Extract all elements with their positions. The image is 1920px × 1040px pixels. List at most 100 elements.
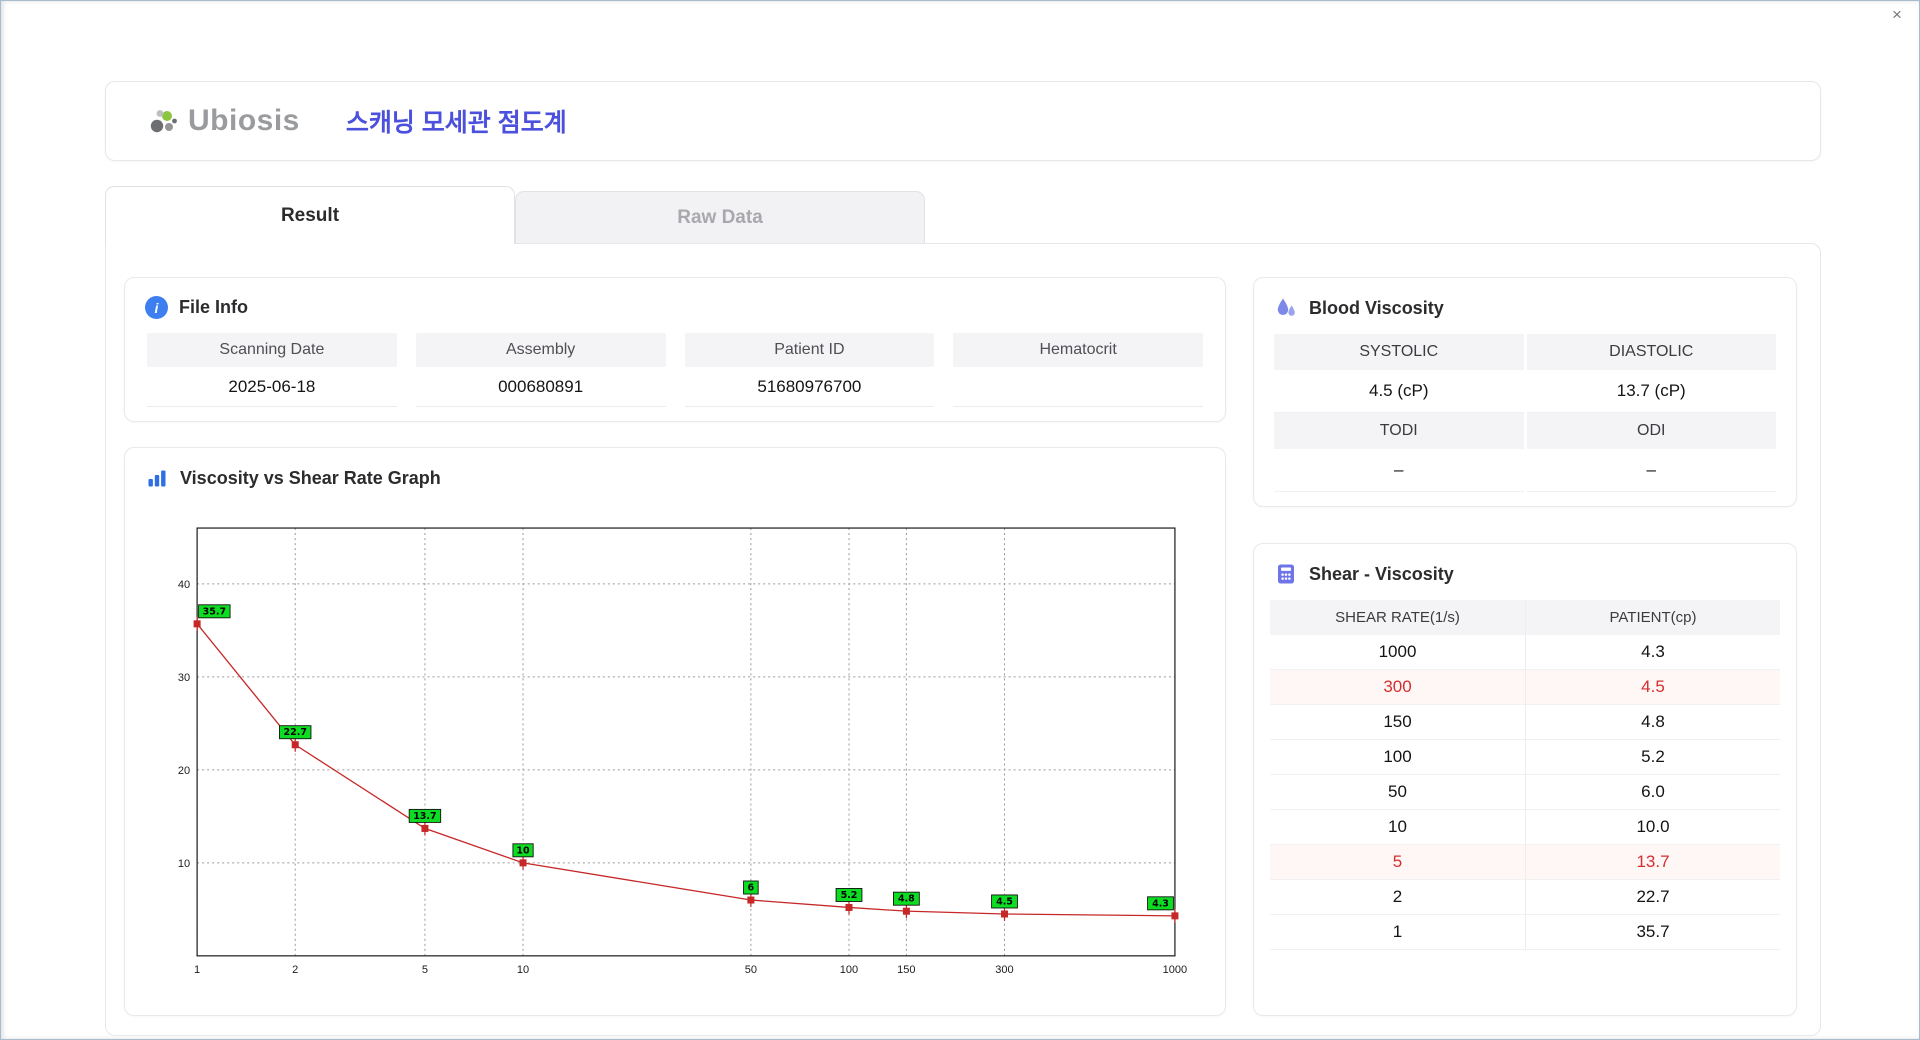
svg-text:100: 100	[840, 964, 858, 976]
svg-text:30: 30	[178, 672, 190, 684]
svg-text:4.3: 4.3	[1152, 898, 1169, 909]
file-info-title: File Info	[179, 297, 248, 317]
svg-text:50: 50	[745, 964, 757, 976]
logo: Ubiosis	[146, 103, 300, 139]
bv-value-systolic: 4.5 (cP)	[1274, 370, 1524, 413]
calculator-icon	[1278, 564, 1294, 584]
shear-viscosity-title: Shear - Viscosity	[1309, 563, 1454, 584]
shear-rate-cell: 150	[1270, 705, 1525, 740]
left-column: i File Info Scanning Date 2025-06-18 Ass…	[124, 277, 1226, 1016]
shear-table-header: SHEAR RATE(1/s) PATIENT(cp)	[1270, 600, 1780, 635]
shear-rate-cell: 5	[1270, 845, 1525, 880]
table-row: 100 5.2	[1270, 740, 1780, 775]
svg-text:5: 5	[422, 964, 428, 976]
field-value: 000680891	[415, 367, 666, 407]
svg-text:4.8: 4.8	[898, 894, 915, 905]
blood-viscosity-title: Blood Viscosity	[1309, 297, 1444, 318]
shear-rate-cell: 100	[1270, 740, 1525, 775]
tab-bar: Result Raw Data	[105, 185, 1821, 244]
bv-value-diastolic: 13.7 (cP)	[1526, 370, 1776, 413]
shear-rate-cell: 1000	[1270, 635, 1525, 670]
svg-text:20: 20	[178, 765, 190, 777]
field-label: Hematocrit	[953, 333, 1203, 367]
field-hematocrit: Hematocrit	[953, 333, 1203, 407]
blood-viscosity-panel: Blood Viscosity SYSTOLIC DIASTOLIC 4.5 (…	[1253, 277, 1797, 507]
page-title: 스캐닝 모세관 점도계	[345, 109, 567, 137]
bv-label-systolic: SYSTOLIC	[1274, 334, 1524, 370]
table-row: 150 4.8	[1270, 705, 1780, 740]
file-info-title-row: i File Info	[141, 292, 1209, 333]
patient-cell: 4.8	[1525, 705, 1780, 740]
patient-cell: 35.7	[1525, 915, 1780, 950]
shear-viscosity-title-row: Shear - Viscosity	[1270, 558, 1780, 600]
svg-text:10: 10	[516, 845, 530, 856]
column-shear-rate: SHEAR RATE(1/s)	[1270, 600, 1525, 635]
table-row: 1 35.7	[1270, 915, 1780, 950]
svg-text:6: 6	[748, 883, 755, 894]
shear-rate-cell: 300	[1270, 670, 1525, 705]
shear-rate-cell: 1	[1270, 915, 1525, 950]
bv-label-diastolic: DIASTOLIC	[1526, 334, 1776, 370]
viscosity-chart: 1 2 5 10 50 100 150 300 1000 10 20 30 40 35.7 22.7 13.7…	[141, 504, 1209, 990]
field-label: Scanning Date	[147, 333, 397, 367]
svg-text:10: 10	[517, 964, 529, 976]
svg-text:1: 1	[194, 964, 200, 976]
blood-viscosity-title-row: Blood Viscosity	[1270, 292, 1780, 334]
svg-text:13.7: 13.7	[413, 811, 436, 822]
shear-rate-cell: 50	[1270, 775, 1525, 810]
svg-text:5.2: 5.2	[841, 890, 858, 901]
bv-value-todi: –	[1274, 449, 1524, 492]
file-info-fields: Scanning Date 2025-06-18 Assembly 000680…	[141, 333, 1209, 407]
bv-label-odi: ODI	[1526, 413, 1776, 449]
graph-panel: Viscosity vs Shear Rate Graph 1 2 5 10 50 100…	[124, 447, 1226, 1016]
tab-result[interactable]: Result	[105, 186, 515, 244]
field-assembly: Assembly 000680891	[415, 333, 666, 407]
bar-chart-icon	[148, 470, 166, 487]
field-value: 51680976700	[684, 367, 935, 407]
bv-label-todi: TODI	[1274, 413, 1524, 449]
patient-cell: 6.0	[1525, 775, 1780, 810]
svg-text:4.5: 4.5	[996, 896, 1013, 907]
header: Ubiosis 스캐닝 모세관 점도계	[105, 81, 1821, 161]
graph-title: Viscosity vs Shear Rate Graph	[180, 467, 441, 488]
field-label: Assembly	[415, 333, 666, 367]
result-content: i File Info Scanning Date 2025-06-18 Ass…	[105, 243, 1821, 1036]
field-scanning-date: Scanning Date 2025-06-18	[147, 333, 397, 407]
blood-viscosity-table: SYSTOLIC DIASTOLIC 4.5 (cP) 13.7 (cP) TO…	[1270, 334, 1780, 492]
svg-text:22.7: 22.7	[284, 727, 307, 738]
tab-raw-data[interactable]: Raw Data	[515, 191, 925, 243]
logo-icon	[150, 110, 177, 133]
patient-cell: 22.7	[1525, 880, 1780, 915]
app-window: × Ubiosis 스캐닝 모세관 점도계 Result Raw Data i …	[0, 0, 1920, 1040]
patient-cell: 10.0	[1525, 810, 1780, 845]
shear-rate-cell: 10	[1270, 810, 1525, 845]
bv-value-odi: –	[1526, 449, 1776, 492]
svg-text:35.7: 35.7	[203, 606, 226, 617]
table-row: 50 6.0	[1270, 775, 1780, 810]
table-row: 1000 4.3	[1270, 635, 1780, 670]
shear-viscosity-panel: Shear - Viscosity SHEAR RATE(1/s) PATIEN…	[1253, 543, 1797, 1016]
svg-text:40: 40	[178, 579, 190, 591]
svg-text:150: 150	[897, 964, 915, 976]
patient-cell: 4.3	[1525, 635, 1780, 670]
info-icon: i	[145, 296, 168, 319]
table-row: 300 4.5	[1270, 670, 1780, 705]
svg-text:2: 2	[292, 964, 298, 976]
patient-cell: 13.7	[1525, 845, 1780, 880]
svg-text:1000: 1000	[1163, 964, 1188, 976]
shear-rate-cell: 2	[1270, 880, 1525, 915]
droplets-icon	[1277, 298, 1295, 316]
svg-text:300: 300	[995, 964, 1013, 976]
page: Ubiosis 스캐닝 모세관 점도계 Result Raw Data i Fi…	[105, 81, 1821, 1036]
titlebar: ×	[1, 1, 1919, 29]
table-row: 5 13.7	[1270, 845, 1780, 880]
close-icon[interactable]: ×	[1887, 5, 1907, 25]
right-column: Blood Viscosity SYSTOLIC DIASTOLIC 4.5 (…	[1253, 277, 1797, 1016]
field-label: Patient ID	[684, 333, 935, 367]
table-row: 10 10.0	[1270, 810, 1780, 845]
file-info-panel: i File Info Scanning Date 2025-06-18 Ass…	[124, 277, 1226, 422]
svg-text:10: 10	[178, 858, 190, 870]
field-value	[953, 367, 1203, 407]
logo-text: Ubiosis	[188, 104, 300, 137]
graph-title-row: Viscosity vs Shear Rate Graph	[141, 462, 1209, 504]
